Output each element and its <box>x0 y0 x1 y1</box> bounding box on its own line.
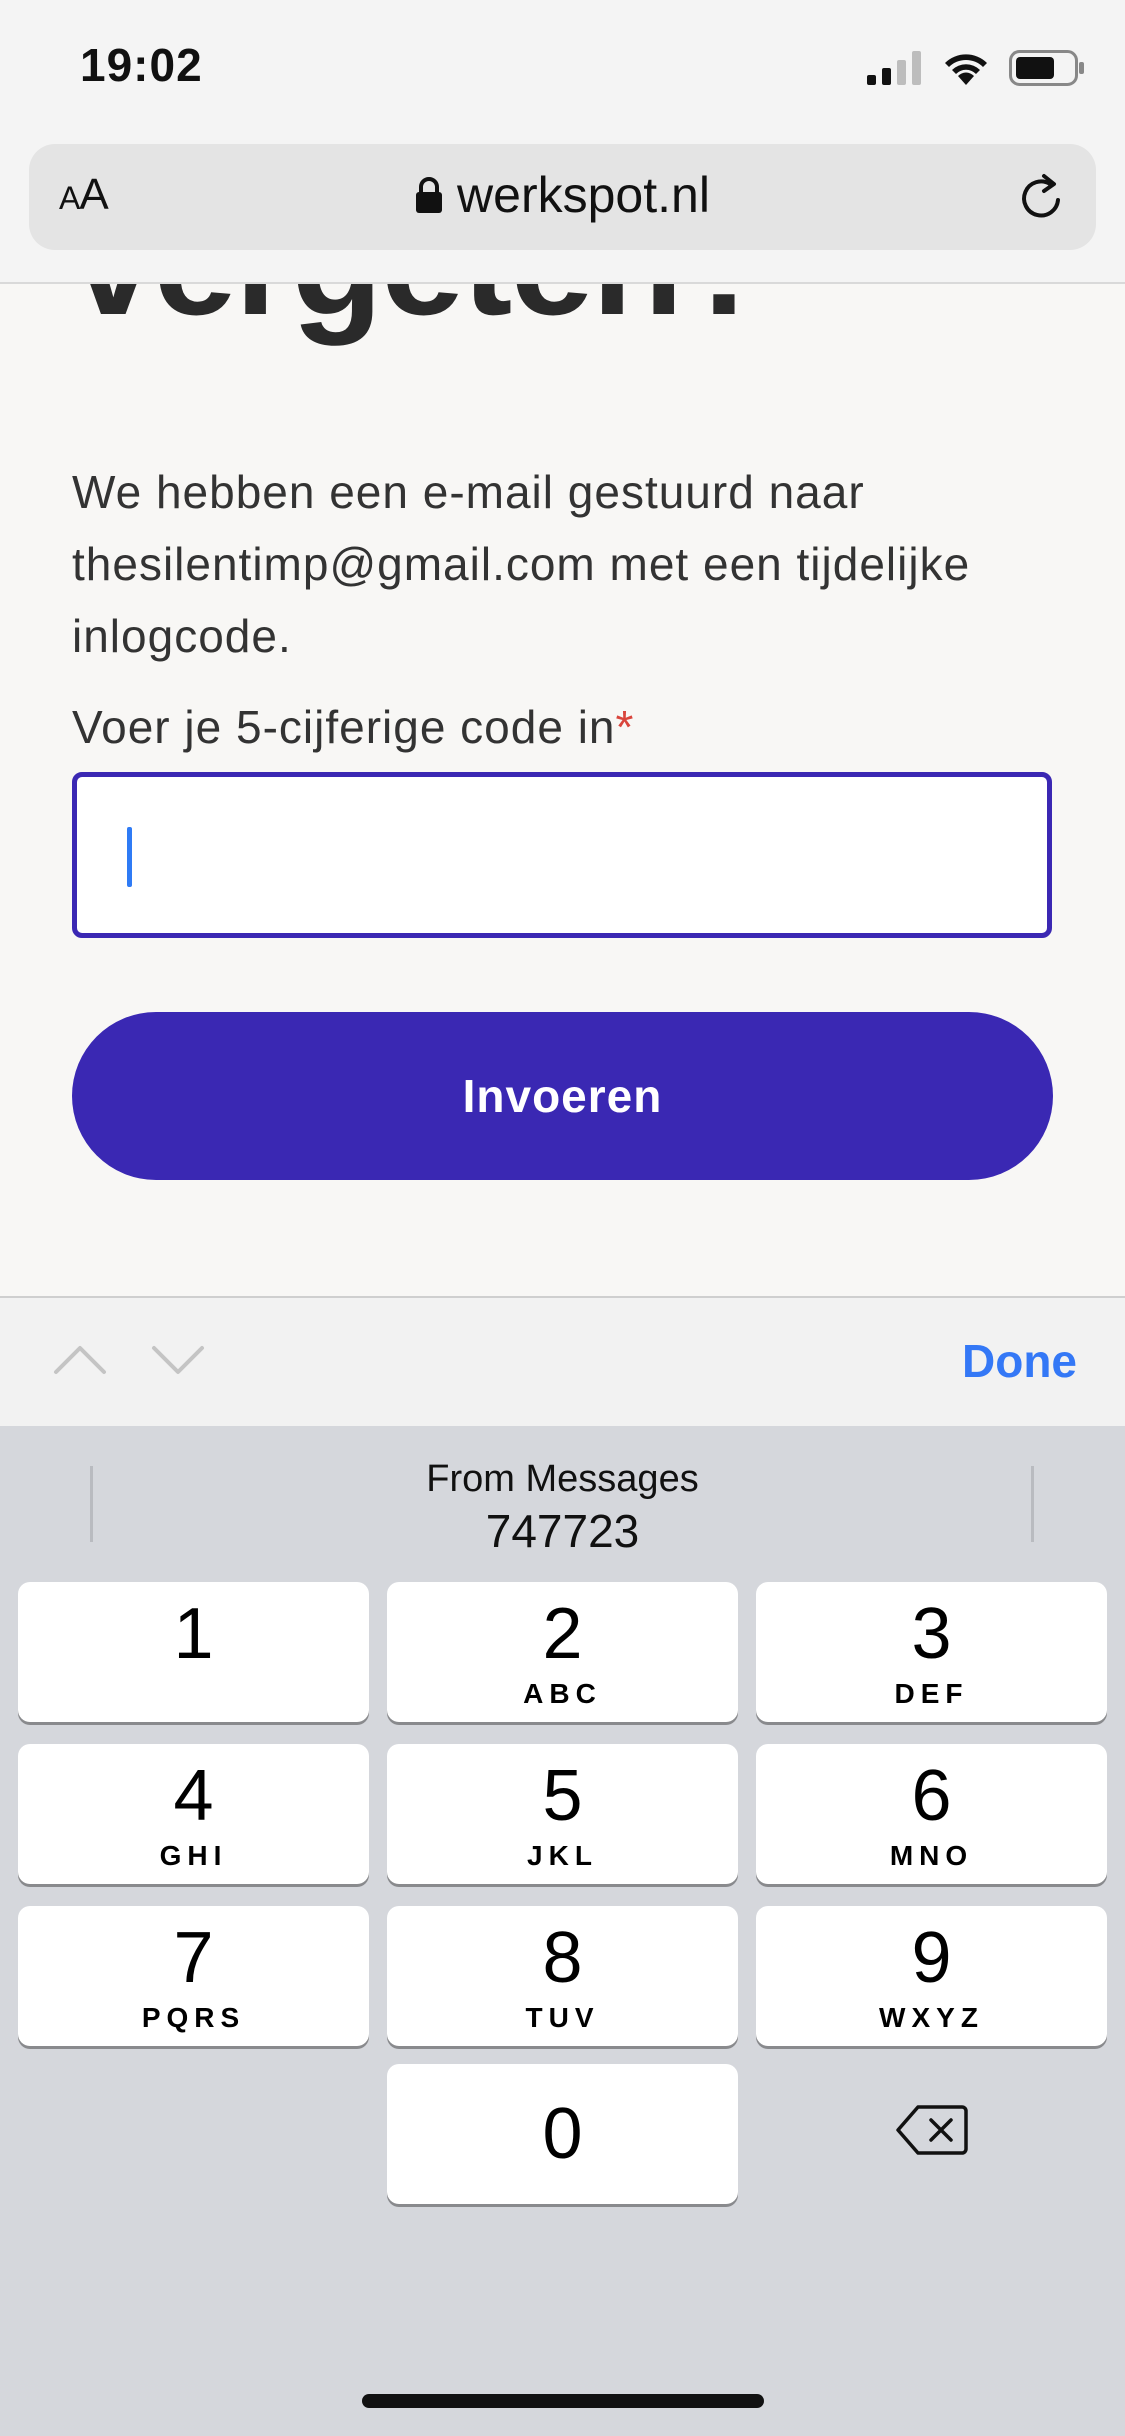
key-1[interactable]: 1 <box>18 1582 369 1722</box>
key-letters: WXYZ <box>879 2002 984 2033</box>
numeric-keypad: From Messages 747723 1 2 ABC 3 DEF 4 GHI… <box>0 1426 1125 2436</box>
key-digit: 0 <box>542 2094 583 2174</box>
code-field-label-text: Voer je 5-cijferige code in <box>72 701 616 753</box>
url-display[interactable]: werkspot.nl <box>29 166 1096 224</box>
key-4[interactable]: 4 GHI <box>18 1744 369 1884</box>
keyboard-accessory-bar: Done <box>0 1296 1125 1426</box>
key-digit: 6 <box>911 1756 952 1836</box>
key-2[interactable]: 2 ABC <box>387 1582 738 1722</box>
lock-icon <box>416 177 443 213</box>
otp-suggestion[interactable]: From Messages 747723 <box>0 1456 1125 1560</box>
backspace-icon <box>895 2105 968 2155</box>
key-letters: GHI <box>159 1840 228 1871</box>
key-digit: 2 <box>542 1594 583 1674</box>
key-letters: ABC <box>523 1678 602 1709</box>
key-letters: TUV <box>525 2002 600 2033</box>
description-text: We hebben een e-mail gestuurd naar thesi… <box>72 466 971 662</box>
key-letters: PQRS <box>141 2002 246 2033</box>
signal-icon <box>867 51 921 85</box>
chevron-up-icon[interactable] <box>52 1340 108 1376</box>
otp-suggestion-source: From Messages <box>426 1458 699 1500</box>
key-digit: 7 <box>173 1918 214 1998</box>
done-button[interactable]: Done <box>962 1334 1077 1388</box>
key-letters: MNO <box>889 1840 974 1871</box>
key-7[interactable]: 7 PQRS <box>18 1906 369 2046</box>
code-field-label: Voer je 5-cijferige code in* <box>72 700 634 754</box>
key-digit: 3 <box>911 1594 952 1674</box>
reload-icon[interactable] <box>1014 170 1070 226</box>
key-letters: JKL <box>527 1840 598 1871</box>
key-letters: DEF <box>894 1678 969 1709</box>
key-digit: 8 <box>542 1918 583 1998</box>
key-digit: 9 <box>911 1918 952 1998</box>
key-6[interactable]: 6 MNO <box>756 1744 1107 1884</box>
battery-icon <box>1009 50 1084 86</box>
url-text: werkspot.nl <box>457 167 710 223</box>
browser-chrome: 19:02 AA werkspot.nl <box>0 0 1125 284</box>
key-digit: 5 <box>542 1756 583 1836</box>
address-bar[interactable]: AA werkspot.nl <box>29 144 1096 250</box>
text-caret <box>127 827 132 887</box>
key-0[interactable]: 0 <box>387 2064 738 2204</box>
submit-button[interactable]: Invoeren <box>72 1012 1053 1180</box>
key-9[interactable]: 9 WXYZ <box>756 1906 1107 2046</box>
chevron-down-icon[interactable] <box>150 1342 206 1378</box>
key-8[interactable]: 8 TUV <box>387 1906 738 2046</box>
backspace-key[interactable] <box>756 2060 1107 2200</box>
key-3[interactable]: 3 DEF <box>756 1582 1107 1722</box>
wifi-icon <box>945 54 987 85</box>
key-5[interactable]: 5 JKL <box>387 1744 738 1884</box>
key-digit: 4 <box>173 1756 214 1836</box>
code-input[interactable] <box>72 772 1052 938</box>
home-indicator[interactable] <box>362 2394 764 2408</box>
status-time: 19:02 <box>80 39 203 91</box>
otp-suggestion-code: 747723 <box>485 1505 640 1557</box>
status-icons <box>867 48 1085 88</box>
key-digit: 1 <box>173 1594 214 1674</box>
required-marker: * <box>615 701 635 753</box>
